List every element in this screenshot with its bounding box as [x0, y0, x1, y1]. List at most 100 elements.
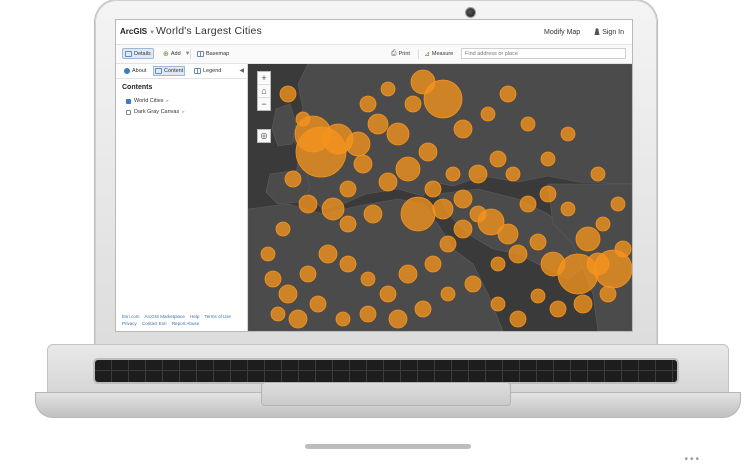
city-symbol[interactable]: [549, 300, 567, 318]
city-symbol[interactable]: [439, 235, 457, 253]
city-symbol[interactable]: [379, 285, 397, 303]
tab-content[interactable]: Content: [153, 66, 186, 76]
checkbox-checked-icon[interactable]: [126, 98, 131, 104]
city-symbol[interactable]: [260, 246, 276, 262]
city-symbol[interactable]: [453, 189, 473, 209]
print-button[interactable]: ⎙ Print: [388, 48, 413, 59]
city-symbol[interactable]: [540, 151, 556, 167]
city-symbol[interactable]: [414, 300, 432, 318]
layer-options-icon[interactable]: ▸: [167, 98, 170, 104]
layer-options-icon[interactable]: ▸: [182, 109, 185, 115]
city-symbol[interactable]: [278, 284, 298, 304]
city-symbol[interactable]: [464, 275, 482, 293]
city-symbol[interactable]: [453, 119, 473, 139]
measure-button[interactable]: ⊿ Measure: [421, 48, 456, 59]
city-symbol[interactable]: [335, 311, 351, 327]
city-symbol[interactable]: [288, 309, 308, 329]
city-symbol[interactable]: [410, 69, 436, 95]
city-symbol[interactable]: [499, 85, 517, 103]
city-symbol[interactable]: [345, 131, 371, 157]
layer-item-world-cities[interactable]: World Cities ▸: [126, 98, 169, 104]
city-symbol[interactable]: [432, 198, 454, 220]
city-symbol[interactable]: [380, 81, 396, 97]
sign-in-link[interactable]: Sign In: [594, 28, 624, 36]
city-symbol[interactable]: [275, 221, 291, 237]
city-symbol[interactable]: [279, 85, 297, 103]
modify-map-link[interactable]: Modify Map: [544, 29, 580, 36]
city-symbol[interactable]: [508, 244, 528, 264]
city-symbol[interactable]: [339, 180, 357, 198]
city-symbol[interactable]: [395, 156, 421, 182]
city-symbol[interactable]: [298, 194, 318, 214]
city-symbol[interactable]: [388, 309, 408, 329]
city-symbol[interactable]: [264, 270, 282, 288]
esri-link[interactable]: Esri.com: [122, 314, 140, 319]
locate-button[interactable]: ◎: [257, 129, 271, 143]
zoom-in-button[interactable]: +: [258, 72, 270, 85]
city-symbol[interactable]: [400, 196, 436, 232]
city-symbol[interactable]: [318, 244, 338, 264]
basemap-button[interactable]: Basemap: [194, 48, 232, 59]
city-symbol[interactable]: [520, 116, 536, 132]
city-symbol[interactable]: [539, 185, 557, 203]
city-symbol[interactable]: [339, 255, 357, 273]
city-symbol[interactable]: [540, 251, 566, 277]
city-symbol[interactable]: [418, 142, 438, 162]
city-symbol[interactable]: [468, 164, 488, 184]
city-symbol[interactable]: [530, 288, 546, 304]
tab-about[interactable]: About: [122, 66, 148, 76]
report-abuse-link[interactable]: Report Abuse: [172, 321, 199, 326]
city-symbol[interactable]: [599, 285, 617, 303]
city-symbol[interactable]: [560, 126, 576, 142]
city-symbol[interactable]: [424, 180, 442, 198]
tab-legend[interactable]: Legend: [192, 66, 223, 76]
city-symbol[interactable]: [490, 256, 506, 272]
city-symbol[interactable]: [321, 197, 345, 221]
search-input[interactable]: [461, 48, 626, 59]
city-symbol[interactable]: [575, 226, 601, 252]
collapse-panel-icon[interactable]: ◀: [239, 67, 244, 74]
arcgis-menu[interactable]: ArcGIS ▼: [120, 27, 155, 36]
city-symbol[interactable]: [453, 219, 473, 239]
city-symbol[interactable]: [359, 305, 377, 323]
city-symbol[interactable]: [529, 233, 547, 251]
city-symbol[interactable]: [509, 310, 527, 328]
city-symbol[interactable]: [299, 265, 317, 283]
terms-link[interactable]: Terms of Use: [205, 314, 232, 319]
privacy-link[interactable]: Privacy: [122, 321, 137, 326]
add-button[interactable]: ⊕ Add ▼: [160, 48, 194, 59]
city-symbol[interactable]: [295, 111, 311, 127]
city-symbol[interactable]: [440, 286, 456, 302]
city-symbol[interactable]: [378, 172, 398, 192]
city-symbol[interactable]: [490, 296, 506, 312]
home-icon[interactable]: ⌂: [258, 85, 270, 98]
city-symbol[interactable]: [590, 166, 606, 182]
zoom-out-button[interactable]: −: [258, 98, 270, 110]
city-symbol[interactable]: [353, 154, 373, 174]
city-symbol[interactable]: [270, 306, 286, 322]
help-link[interactable]: Help: [190, 314, 199, 319]
city-symbol[interactable]: [404, 95, 422, 113]
city-symbol[interactable]: [505, 166, 521, 182]
city-symbol[interactable]: [614, 240, 632, 258]
contact-link[interactable]: Contact Esri: [142, 321, 167, 326]
city-symbol[interactable]: [359, 95, 377, 113]
city-symbol[interactable]: [360, 271, 376, 287]
city-symbol[interactable]: [386, 122, 410, 146]
city-symbol[interactable]: [573, 294, 593, 314]
city-symbol[interactable]: [480, 106, 496, 122]
city-symbol[interactable]: [339, 215, 357, 233]
city-symbol[interactable]: [367, 113, 389, 135]
city-symbol[interactable]: [560, 201, 576, 217]
city-symbol[interactable]: [309, 295, 327, 313]
city-symbol[interactable]: [284, 170, 302, 188]
city-symbol[interactable]: [424, 255, 442, 273]
layer-item-basemap[interactable]: Dark Gray Canvas ▸: [126, 109, 185, 115]
city-symbol[interactable]: [519, 195, 537, 213]
city-symbol[interactable]: [489, 150, 507, 168]
map-canvas[interactable]: [248, 64, 632, 331]
city-symbol[interactable]: [610, 196, 626, 212]
city-symbol[interactable]: [595, 216, 611, 232]
city-symbol[interactable]: [497, 223, 519, 245]
city-symbol[interactable]: [363, 204, 383, 224]
